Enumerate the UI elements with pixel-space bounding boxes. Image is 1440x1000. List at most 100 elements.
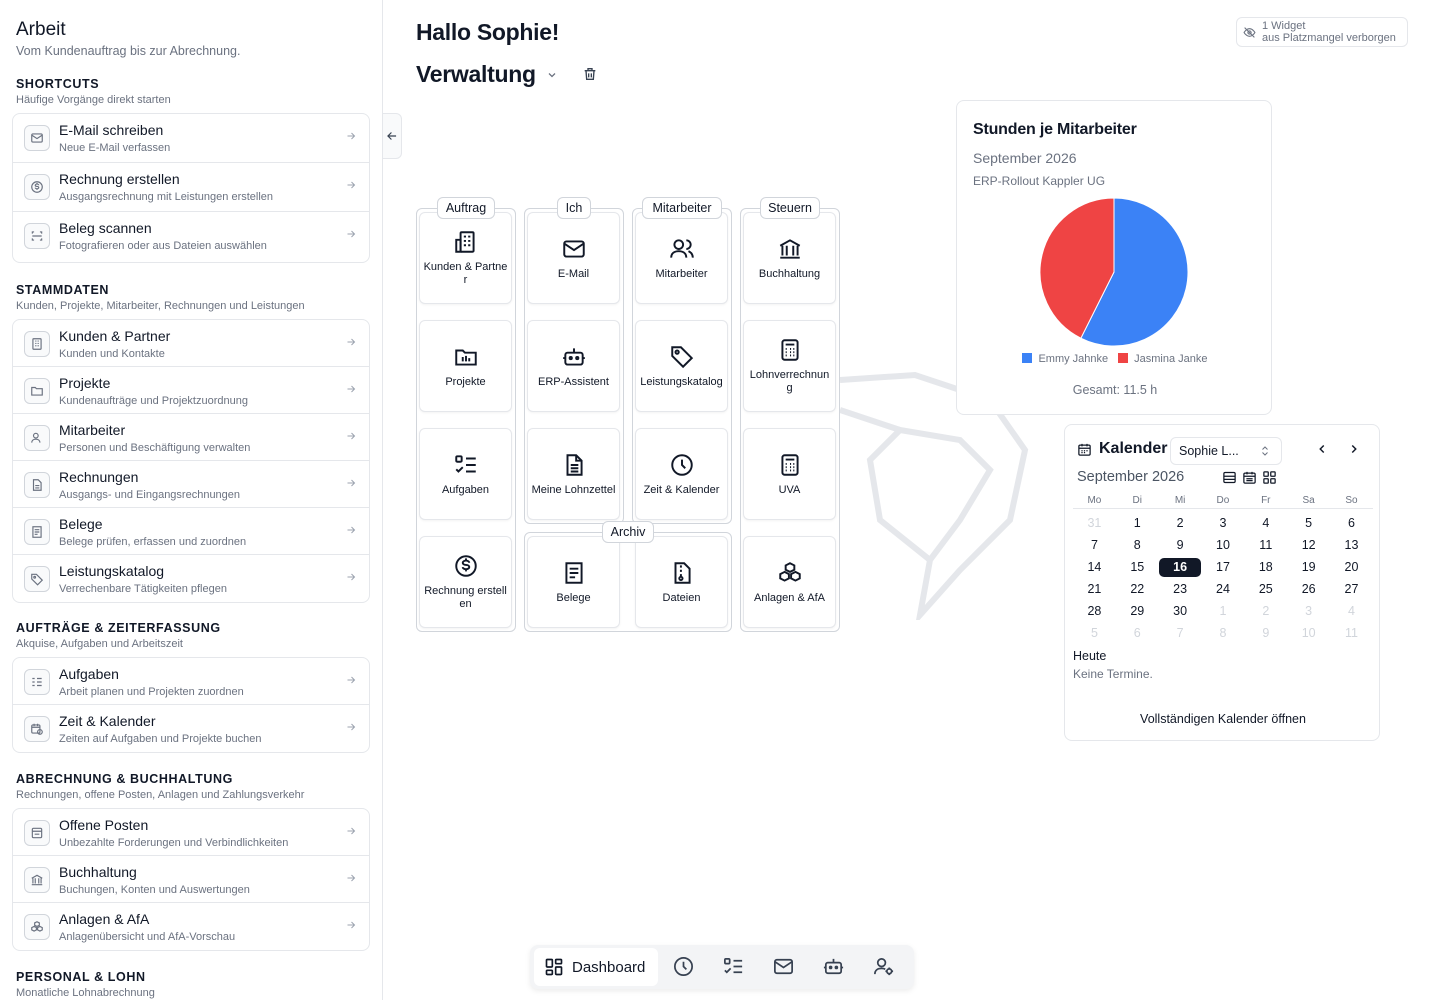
legend-label: Jasmina Janke xyxy=(1134,353,1208,365)
tile-buchhaltung[interactable]: Buchhaltung xyxy=(743,212,836,304)
sidebar-item-rechnung-erstellen[interactable]: Rechnung erstellen Ausgangsrechnung mit … xyxy=(13,163,369,212)
calendar-day[interactable]: 8 xyxy=(1116,538,1159,552)
dashboard-selector[interactable]: Verwaltung xyxy=(416,61,558,88)
calendar-day[interactable]: 21 xyxy=(1073,582,1116,596)
calendar-day[interactable]: 22 xyxy=(1116,582,1159,596)
calendar-day[interactable]: 6 xyxy=(1116,626,1159,640)
tile-lohnverrechnung[interactable]: Lohnverrechnung xyxy=(743,320,836,412)
calendar-day[interactable]: 2 xyxy=(1244,604,1287,618)
calendar-day[interactable]: 6 xyxy=(1330,516,1373,530)
tile-projekte[interactable]: Projekte xyxy=(419,320,512,412)
calendar-day[interactable]: 11 xyxy=(1244,538,1287,552)
calendar-day[interactable]: 26 xyxy=(1287,582,1330,596)
tile-anlagen-afa[interactable]: Anlagen & AfA xyxy=(743,536,836,628)
tile-meine-lohnzettel[interactable]: Meine Lohnzettel xyxy=(527,428,620,520)
calendar-day[interactable]: 23 xyxy=(1159,582,1202,596)
calendar-day[interactable]: 2 xyxy=(1159,516,1202,530)
calendar-day[interactable]: 5 xyxy=(1073,626,1116,640)
calendar-next-button[interactable] xyxy=(1347,442,1361,456)
nav-tasks[interactable] xyxy=(722,955,745,978)
calendar-prev-button[interactable] xyxy=(1315,442,1329,456)
calendar-person-select[interactable]: Sophie L... xyxy=(1170,437,1282,465)
calendar-day[interactable]: 3 xyxy=(1202,516,1245,530)
calendar-day[interactable]: 24 xyxy=(1202,582,1245,596)
nav-mail[interactable] xyxy=(772,955,795,978)
nav-assistant[interactable] xyxy=(822,955,845,978)
calendar-day[interactable]: 1 xyxy=(1202,604,1245,618)
hidden-widget-notice[interactable]: 1 Widget aus Platzmangel verborgen xyxy=(1236,17,1408,47)
calendar-day[interactable]: 7 xyxy=(1159,626,1202,640)
sidebar-item-title: Projekte xyxy=(59,375,111,391)
calendar-day[interactable]: 10 xyxy=(1202,538,1245,552)
calendar-day[interactable]: 28 xyxy=(1073,604,1116,618)
calendar-day[interactable]: 1 xyxy=(1116,516,1159,530)
sidebar-item-kunden-partner[interactable]: Kunden & Partner Kunden und Kontakte xyxy=(13,320,369,367)
week-row: 14 15 16 17 18 19 20 xyxy=(1073,556,1373,578)
sidebar-item-email-schreiben[interactable]: E-Mail schreiben Neue E-Mail verfassen xyxy=(13,114,369,163)
calendar-day[interactable]: 14 xyxy=(1073,560,1116,574)
calendar-day[interactable]: 16 xyxy=(1159,557,1202,577)
calendar-day[interactable]: 27 xyxy=(1330,582,1373,596)
open-full-calendar-link[interactable]: Vollständigen Kalender öffnen xyxy=(1065,712,1381,726)
sidebar-item-desc: Kundenaufträge und Projektzuordnung xyxy=(59,395,248,407)
calendar-day[interactable]: 13 xyxy=(1330,538,1373,552)
calendar-day[interactable]: 4 xyxy=(1330,604,1373,618)
tile-dateien[interactable]: Dateien xyxy=(635,536,728,628)
tile-kunden-partner[interactable]: Kunden & Partner xyxy=(419,212,512,304)
weekday-label: Do xyxy=(1216,495,1230,506)
delete-dashboard-button[interactable] xyxy=(582,66,598,82)
view-week-button[interactable] xyxy=(1242,470,1257,485)
tile-belege[interactable]: Belege xyxy=(527,536,620,628)
calendar-day[interactable]: 20 xyxy=(1330,560,1373,574)
nav-dashboard[interactable]: Dashboard xyxy=(534,948,658,986)
calendar-day[interactable]: 18 xyxy=(1244,560,1287,574)
week-row: 21 22 23 24 25 26 27 xyxy=(1073,578,1373,600)
nav-user-settings[interactable] xyxy=(872,955,895,978)
calendar-day[interactable]: 3 xyxy=(1287,604,1330,618)
calendar-day[interactable]: 8 xyxy=(1202,626,1245,640)
nav-time[interactable] xyxy=(672,955,695,978)
sidebar-item-offene-posten[interactable]: Offene Posten Unbezahlte Forderungen und… xyxy=(13,809,369,856)
view-grid-button[interactable] xyxy=(1262,470,1277,485)
sidebar-item-projekte[interactable]: Projekte Kundenaufträge und Projektzuord… xyxy=(13,367,369,414)
calendar-day[interactable]: 17 xyxy=(1202,560,1245,574)
tile-erp-assistent[interactable]: ERP-Assistent xyxy=(527,320,620,412)
calendar-day[interactable]: 31 xyxy=(1073,516,1116,530)
calendar-day[interactable]: 25 xyxy=(1244,582,1287,596)
collapse-sidebar-button[interactable] xyxy=(383,113,402,159)
sidebar-item-zeit-kalender[interactable]: Zeit & Kalender Zeiten auf Aufgaben und … xyxy=(13,705,369,752)
sidebar-item-rechnungen[interactable]: Rechnungen Ausgangs- und Eingangsrechnun… xyxy=(13,461,369,508)
calendar-day[interactable]: 15 xyxy=(1116,560,1159,574)
tile-uva[interactable]: UVA xyxy=(743,428,836,520)
calendar-day[interactable]: 9 xyxy=(1244,626,1287,640)
calendar-day[interactable]: 29 xyxy=(1116,604,1159,618)
tile-zeit-kalender[interactable]: Zeit & Kalender xyxy=(635,428,728,520)
calendar-day[interactable]: 19 xyxy=(1287,560,1330,574)
calendar-day[interactable]: 5 xyxy=(1287,516,1330,530)
tile-leistungskatalog[interactable]: Leistungskatalog xyxy=(635,320,728,412)
sidebar-subtitle: Vom Kundenauftrag bis zur Abrechnung. xyxy=(16,44,241,58)
sidebar-item-beleg-scannen[interactable]: Beleg scannen Fotografieren oder aus Dat… xyxy=(13,212,369,262)
sidebar-item-belege[interactable]: Belege Belege prüfen, erfassen und zuord… xyxy=(13,508,369,555)
tile-rechnung-erstellen[interactable]: Rechnung erstellen xyxy=(419,536,512,628)
calendar-day[interactable]: 9 xyxy=(1159,538,1202,552)
tile-email[interactable]: E-Mail xyxy=(527,212,620,304)
sidebar-item-anlagen-afa[interactable]: Anlagen & AfA Anlagenübersicht und AfA-V… xyxy=(13,903,369,950)
view-month-button[interactable] xyxy=(1222,470,1237,485)
calendar-day[interactable]: 12 xyxy=(1287,538,1330,552)
calendar-day[interactable]: 10 xyxy=(1287,626,1330,640)
stammdaten-card: Kunden & Partner Kunden und Kontakte Pro… xyxy=(12,319,370,603)
calendar-day[interactable]: 7 xyxy=(1073,538,1116,552)
section-stammdaten: STAMMDATEN Kunden, Projekte, Mitarbeiter… xyxy=(16,283,305,312)
sidebar-item-leistungskatalog[interactable]: Leistungskatalog Verrechenbare Tätigkeit… xyxy=(13,555,369,602)
sidebar-item-desc: Kunden und Kontakte xyxy=(59,348,165,360)
calendar-day[interactable]: 11 xyxy=(1330,626,1373,640)
sidebar-item-mitarbeiter[interactable]: Mitarbeiter Personen und Beschäftigung v… xyxy=(13,414,369,461)
tile-aufgaben[interactable]: Aufgaben xyxy=(419,428,512,520)
calendar-day[interactable]: 30 xyxy=(1159,604,1202,618)
week-row: 7 8 9 10 11 12 13 xyxy=(1073,534,1373,556)
calendar-day[interactable]: 4 xyxy=(1244,516,1287,530)
sidebar-item-buchhaltung[interactable]: Buchhaltung Buchungen, Konten und Auswer… xyxy=(13,856,369,903)
tile-mitarbeiter[interactable]: Mitarbeiter xyxy=(635,212,728,304)
sidebar-item-aufgaben[interactable]: Aufgaben Arbeit planen und Projekten zuo… xyxy=(13,658,369,705)
